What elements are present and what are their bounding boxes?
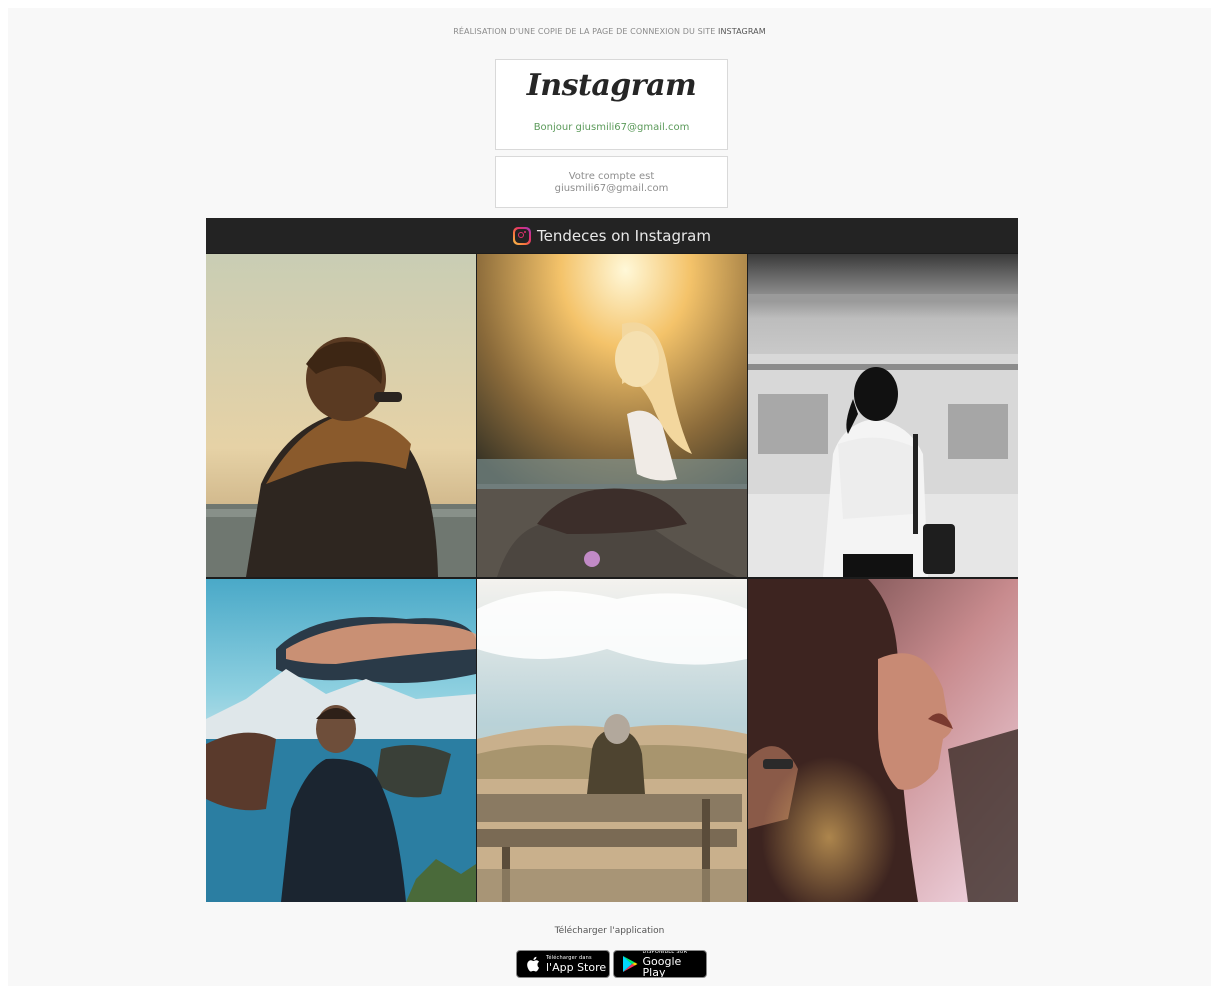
play-triangle-icon [621, 955, 639, 973]
account-email: giusmili67@gmail.com [554, 183, 669, 194]
gallery-header: Tendeces on Instagram [206, 218, 1018, 253]
greeting-text: Bonjour giusmili67@gmail.com [533, 122, 690, 133]
caption-prefix: RÉALISATION D'UNE COPIE DE LA PAGE DE CO… [453, 27, 719, 36]
photo-man-scarf-sunset[interactable] [206, 254, 476, 577]
trending-gallery: Tendeces on Instagram [206, 218, 1018, 902]
store-badges: Télécharger dans l'App Store DISPONIBLE … [516, 950, 707, 978]
caption-highlight: INSTAGRAM [718, 27, 766, 36]
instagram-logo: Instagram [526, 68, 697, 103]
photo-grid [206, 254, 1018, 902]
account-line-1: Votre compte est [568, 171, 655, 182]
photo-person-bench-dunes[interactable] [477, 579, 747, 902]
app-store-small-text: Télécharger dans [546, 954, 592, 961]
login-card: Instagram Bonjour giusmili67@gmail.com [495, 59, 728, 150]
page-background: RÉALISATION D'UNE COPIE DE LA PAGE DE CO… [8, 8, 1211, 986]
google-play-badge[interactable]: DISPONIBLE SUR Google Play [613, 950, 707, 978]
instagram-icon [513, 226, 532, 245]
google-play-big-text: Google Play [642, 955, 682, 978]
download-label: Télécharger l'application [554, 926, 665, 936]
photo-woman-train-bw[interactable] [748, 254, 1018, 577]
page-caption: RÉALISATION D'UNE COPIE DE LA PAGE DE CO… [8, 27, 1211, 36]
app-store-badge[interactable]: Télécharger dans l'App Store [516, 950, 610, 978]
account-card: Votre compte est giusmili67@gmail.com [495, 156, 728, 208]
account-text: Votre compte est giusmili67@gmail.com [496, 171, 727, 195]
photo-woman-profile-pink[interactable] [748, 579, 1018, 902]
photo-woman-sunlight[interactable] [477, 254, 747, 577]
gallery-title: Tendeces on Instagram [537, 226, 711, 245]
photo-man-mountain-lake[interactable] [206, 579, 476, 902]
app-store-big-text: l'App Store [546, 960, 607, 974]
apple-icon [524, 956, 542, 972]
